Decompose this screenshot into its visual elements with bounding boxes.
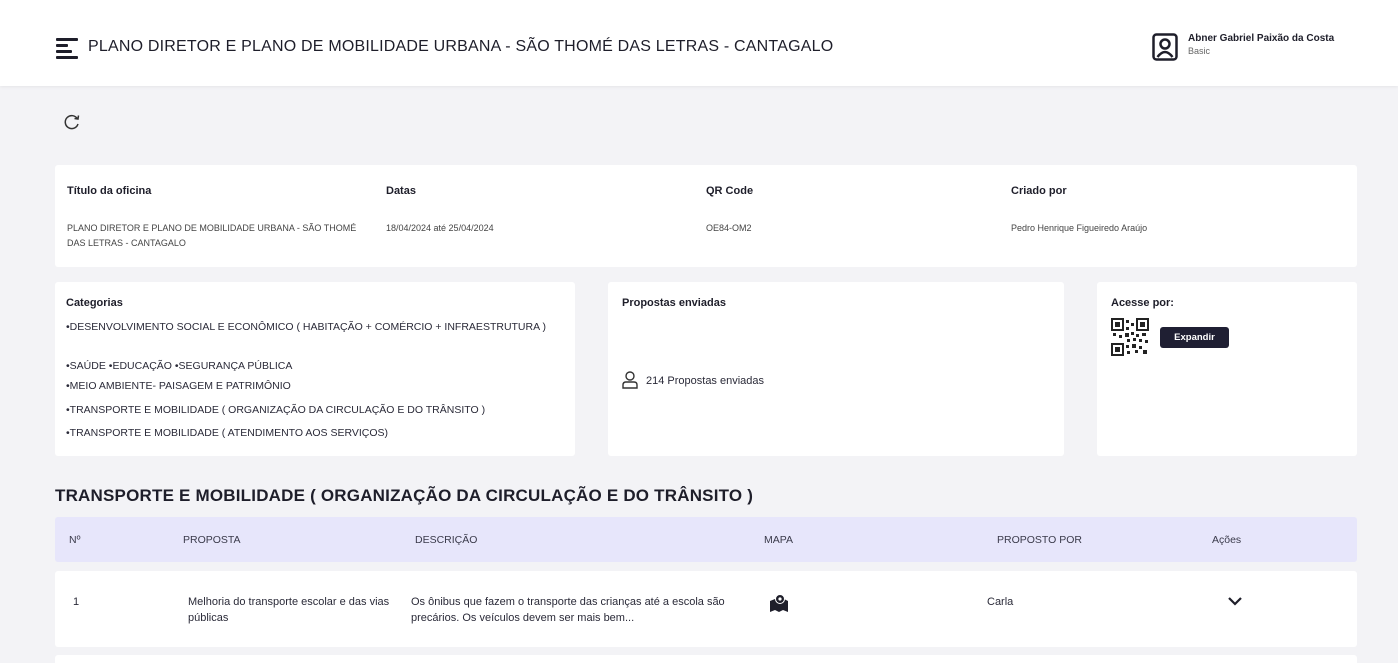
proposal-description: Os ônibus que fazem o transporte das cri… bbox=[411, 596, 725, 624]
proposals-label: Propostas enviadas bbox=[622, 297, 726, 309]
access-label: Acesse por: bbox=[1111, 297, 1174, 309]
proposal-title: Melhoria do transporte escolar e das via… bbox=[188, 596, 390, 624]
column-header-proposal: PROPOSTA bbox=[183, 534, 241, 546]
column-header-map: MAPA bbox=[764, 534, 793, 546]
creator-label: Criado por bbox=[1011, 185, 1067, 197]
proposal-number: 1 bbox=[73, 596, 80, 608]
category-item: •MEIO AMBIENTE- PAISAGEM E PATRIMÔNIO bbox=[66, 380, 291, 392]
categories-label: Categorias bbox=[66, 297, 123, 309]
top-bar: PLANO DIRETOR E PLANO DE MOBILIDADE URBA… bbox=[0, 0, 1398, 86]
table-header: Nº PROPOSTA DESCRIÇÃO MAPA PROPOSTO POR … bbox=[55, 517, 1357, 562]
workshop-info-card: Título da oficina PLANO DIRETOR E PLANO … bbox=[55, 165, 1357, 267]
user-plan: Basic bbox=[1188, 46, 1211, 56]
category-item: •DESENVOLVIMENTO SOCIAL E ECONÔMICO ( HA… bbox=[66, 321, 546, 333]
proposals-count: 214 Propostas enviadas bbox=[646, 375, 765, 387]
categories-card: Categorias •DESENVOLVIMENTO SOCIAL E ECO… bbox=[55, 282, 575, 456]
category-item: •TRANSPORTE E MOBILIDADE ( ORGANIZAÇÃO D… bbox=[66, 404, 486, 416]
table-row[interactable] bbox=[55, 655, 1357, 663]
table-row[interactable]: 1 Melhoria do transporte escolar e das v… bbox=[55, 571, 1357, 647]
user-icon bbox=[622, 371, 638, 389]
dates-value: 18/04/2024 até 25/04/2024 bbox=[386, 223, 494, 233]
map-icon[interactable] bbox=[769, 593, 789, 613]
qr-code-value: OE84-OM2 bbox=[706, 223, 752, 233]
title-value: PLANO DIRETOR E PLANO DE MOBILIDADE URBA… bbox=[67, 223, 357, 248]
column-header-description: DESCRIÇÃO bbox=[415, 534, 478, 546]
creator-value: Pedro Henrique Figueiredo Araújo bbox=[1011, 223, 1148, 233]
title-label: Título da oficina bbox=[67, 185, 152, 197]
qr-code-label: QR Code bbox=[706, 185, 754, 197]
category-item: •SAÚDE •EDUCAÇÃO •SEGURANÇA PÚBLICA bbox=[66, 360, 293, 372]
user-icon[interactable] bbox=[1152, 33, 1178, 61]
menu-icon[interactable] bbox=[56, 38, 78, 59]
dates-label: Datas bbox=[386, 185, 416, 197]
refresh-icon[interactable] bbox=[62, 112, 82, 132]
proposed-by: Carla bbox=[987, 596, 1014, 608]
user-name[interactable]: Abner Gabriel Paixão da Costa bbox=[1188, 33, 1334, 44]
category-item: •TRANSPORTE E MOBILIDADE ( ATENDIMENTO A… bbox=[66, 427, 389, 439]
expand-button[interactable]: Expandir bbox=[1160, 327, 1229, 348]
page-title: PLANO DIRETOR E PLANO DE MOBILIDADE URBA… bbox=[88, 38, 834, 55]
column-header-number: Nº bbox=[69, 534, 81, 546]
column-header-actions: Ações bbox=[1212, 534, 1242, 546]
access-card: Acesse por: Expandir bbox=[1097, 282, 1357, 456]
qr-code-icon[interactable] bbox=[1111, 318, 1149, 356]
chevron-down-icon[interactable] bbox=[1227, 595, 1243, 607]
section-title: TRANSPORTE E MOBILIDADE ( ORGANIZAÇÃO DA… bbox=[55, 486, 754, 505]
column-header-proposed-by: PROPOSTO POR bbox=[997, 534, 1082, 546]
proposals-card: Propostas enviadas 214 Propostas enviada… bbox=[608, 282, 1064, 456]
